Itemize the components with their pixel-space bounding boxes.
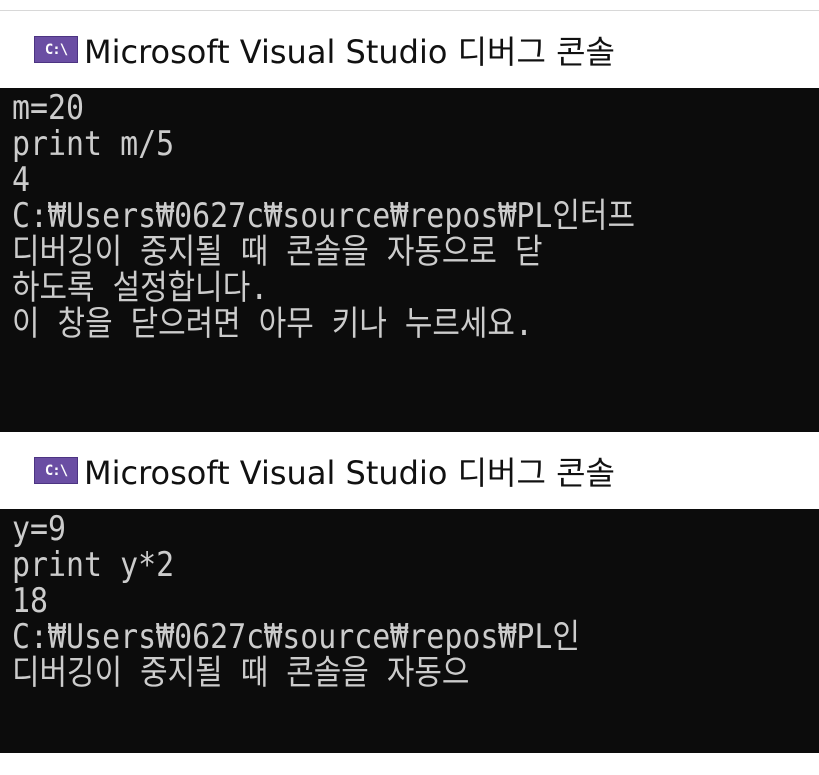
console-line: y=9 [12,511,67,547]
console-output[interactable]: y=9 print y*2 18 C:₩Users₩0627c₩source₩r… [0,509,819,753]
console-line: print y*2 [12,547,175,583]
console-line: 디버깅이 중지될 때 콘솔을 자동으로 닫 [12,234,543,270]
console-icon-label: C:\ [44,462,68,479]
window-titlebar[interactable]: C:\ Microsoft Visual Studio 디버그 콘솔 [0,11,819,88]
console-output[interactable]: m=20 print m/5 4 C:₩Users₩0627c₩source₩r… [0,88,819,432]
console-line: 4 [12,162,31,198]
console-icon-label: C:\ [44,41,68,58]
console-app-icon: C:\ [34,36,78,63]
window-title: Microsoft Visual Studio 디버그 콘솔 [84,32,615,71]
console-line: m=20 [12,90,85,126]
window-title: Microsoft Visual Studio 디버그 콘솔 [84,453,615,492]
top-edge [0,0,819,11]
console-line: C:₩Users₩0627c₩source₩repos₩PL인터프 [12,198,635,234]
console-line: 디버깅이 중지될 때 콘솔을 자동으 [12,655,470,691]
window-titlebar[interactable]: C:\ Microsoft Visual Studio 디버그 콘솔 [0,432,819,509]
debug-console-window-2[interactable]: C:\ Microsoft Visual Studio 디버그 콘솔 y=9 p… [0,432,819,753]
console-line: 이 창을 닫으려면 아무 키나 누르세요. [12,306,533,342]
debug-console-window-1[interactable]: C:\ Microsoft Visual Studio 디버그 콘솔 m=20 … [0,11,819,432]
console-line: print m/5 [12,126,175,162]
console-line: 하도록 설정합니다. [12,270,269,306]
console-app-icon: C:\ [34,457,78,484]
console-line: C:₩Users₩0627c₩source₩repos₩PL인 [12,619,580,655]
console-line: 18 [12,583,49,619]
